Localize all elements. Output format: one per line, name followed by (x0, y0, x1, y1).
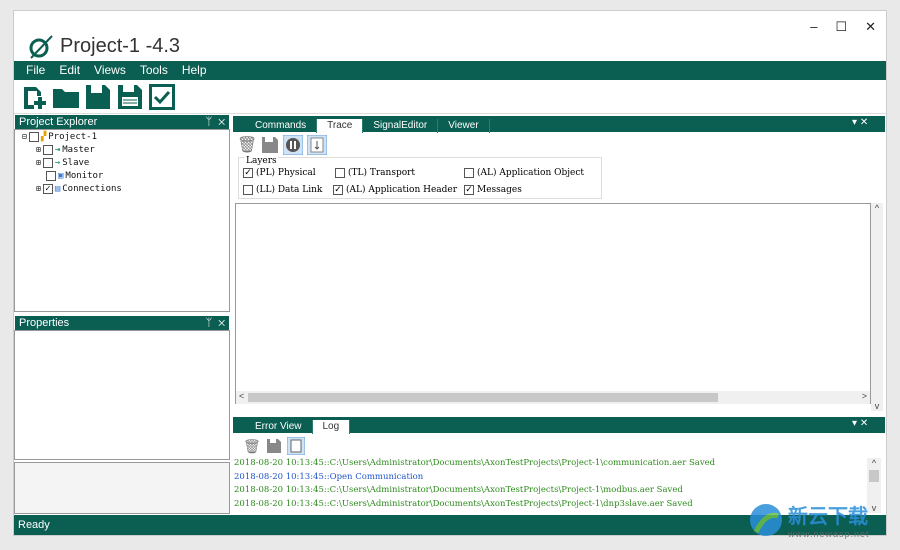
tab-commands[interactable]: Commands (245, 119, 318, 133)
trace-horizontal-scrollbar[interactable]: < > (236, 391, 870, 404)
close-icon[interactable]: ✕ (218, 317, 225, 329)
main-toolbar (14, 81, 886, 114)
checkbox[interactable] (42, 144, 53, 155)
save-as-button[interactable] (116, 83, 144, 111)
save-button[interactable] (84, 83, 112, 111)
tab-signal-editor[interactable]: SignalEditor (363, 119, 439, 133)
close-icon[interactable]: ✕ (860, 117, 868, 128)
close-icon[interactable]: ✕ (860, 418, 868, 429)
panel-controls: ▾ ✕ (852, 117, 868, 128)
checkbox[interactable]: ✓ (42, 183, 53, 194)
log-line: 2018-08-20 10:13:45::Open Communication (234, 471, 424, 482)
trace-output (235, 203, 871, 404)
minimize-button[interactable]: – (810, 19, 817, 35)
dropdown-icon[interactable]: ▾ (852, 117, 857, 128)
checkbox[interactable] (46, 170, 56, 181)
folder-icon (53, 89, 79, 108)
log-line: 2018-08-20 10:13:45::C:\Users\Administra… (234, 458, 716, 468)
watermark-logo: 新云下载 www.newasp.net (748, 500, 870, 539)
project-icon: ▞ (40, 131, 47, 142)
pin-icon[interactable]: ᛘ (206, 317, 213, 329)
tree-item-slave[interactable]: ⊞ → Slave (22, 156, 122, 169)
log-line: 2018-08-20 10:13:45::C:\Users\Administra… (234, 485, 683, 495)
layer-application-header[interactable]: ✓ (AL) Application Header (333, 185, 457, 195)
layer-data-link[interactable]: (LL) Data Link (243, 185, 322, 195)
trash-icon[interactable]: 🗑 (243, 438, 261, 455)
menu-file[interactable]: File (26, 61, 45, 80)
layer-transport[interactable]: (TL) Transport (335, 168, 415, 178)
pin-icon[interactable]: ᛘ (206, 116, 213, 128)
checkbox[interactable] (42, 157, 53, 168)
tab-error-view[interactable]: Error View (245, 420, 313, 434)
log-settings-icon[interactable] (286, 437, 305, 455)
menu-help[interactable]: Help (182, 61, 207, 80)
tab-trace[interactable]: Trace (317, 119, 364, 133)
layer-physical[interactable]: ✓ (PL) Physical (243, 168, 316, 178)
tree-item-master[interactable]: ⊞ ⇥ Master (22, 143, 122, 156)
properties-header: Properties ᛘ ✕ (15, 316, 229, 330)
menu-views[interactable]: Views (94, 61, 126, 80)
checkbox[interactable] (28, 131, 39, 142)
layer-messages[interactable]: ✓ Messages (464, 185, 522, 195)
save-all-icon (118, 85, 142, 109)
connections-icon: ▤ (54, 183, 61, 194)
project-tree: ⊟ ▞ Project-1 ⊞ ⇥ Master ⊞ → Slave ▣ Monitor ⊞ ✓… (22, 130, 122, 195)
layers-group: Layers ✓ (PL) Physical (TL) Transport (AL… (238, 156, 602, 199)
maximize-button[interactable]: ☐ (835, 19, 847, 35)
project-explorer-header: Project Explorer ᛘ ✕ (15, 115, 229, 129)
save-icon[interactable] (266, 438, 282, 454)
pause-icon[interactable] (283, 135, 304, 155)
autoscroll-icon[interactable] (307, 135, 328, 155)
checkbox-icon (149, 84, 175, 110)
app-title: Project-1 -4.3 (28, 33, 180, 59)
save-icon[interactable] (261, 136, 279, 154)
app-logo-icon (29, 35, 53, 59)
tree-item-connections[interactable]: ⊞ ✓ ▤ Connections (22, 182, 122, 195)
new-project-button[interactable] (20, 83, 48, 111)
validate-button[interactable] (148, 83, 176, 111)
layer-application-object[interactable]: (AL) Application Object (464, 168, 584, 178)
dropdown-icon[interactable]: ▾ (852, 418, 857, 429)
close-button[interactable]: ✕ (865, 19, 876, 35)
menu-bar: File Edit Views Tools Help (14, 61, 886, 80)
watermark-icon (750, 503, 782, 536)
trace-vertical-scrollbar[interactable]: ^ v (871, 203, 883, 411)
properties-description (14, 462, 230, 514)
save-icon (86, 85, 110, 109)
tab-log[interactable]: Log (312, 420, 351, 434)
menu-edit[interactable]: Edit (59, 61, 80, 80)
monitor-icon: ▣ (58, 170, 64, 181)
properties-panel (14, 330, 230, 460)
slave-arrow-icon: → (54, 157, 61, 168)
new-file-icon (24, 87, 46, 109)
menu-tools[interactable]: Tools (140, 61, 168, 80)
trash-icon[interactable]: 🗑 (237, 135, 257, 155)
tab-viewer[interactable]: Viewer (438, 119, 490, 133)
tree-item-project[interactable]: ⊟ ▞ Project-1 (22, 130, 122, 143)
close-icon[interactable]: ✕ (218, 116, 225, 128)
open-button[interactable] (52, 83, 80, 111)
tree-item-monitor[interactable]: ▣ Monitor (22, 169, 122, 182)
master-arrow-icon: ⇥ (54, 144, 61, 155)
